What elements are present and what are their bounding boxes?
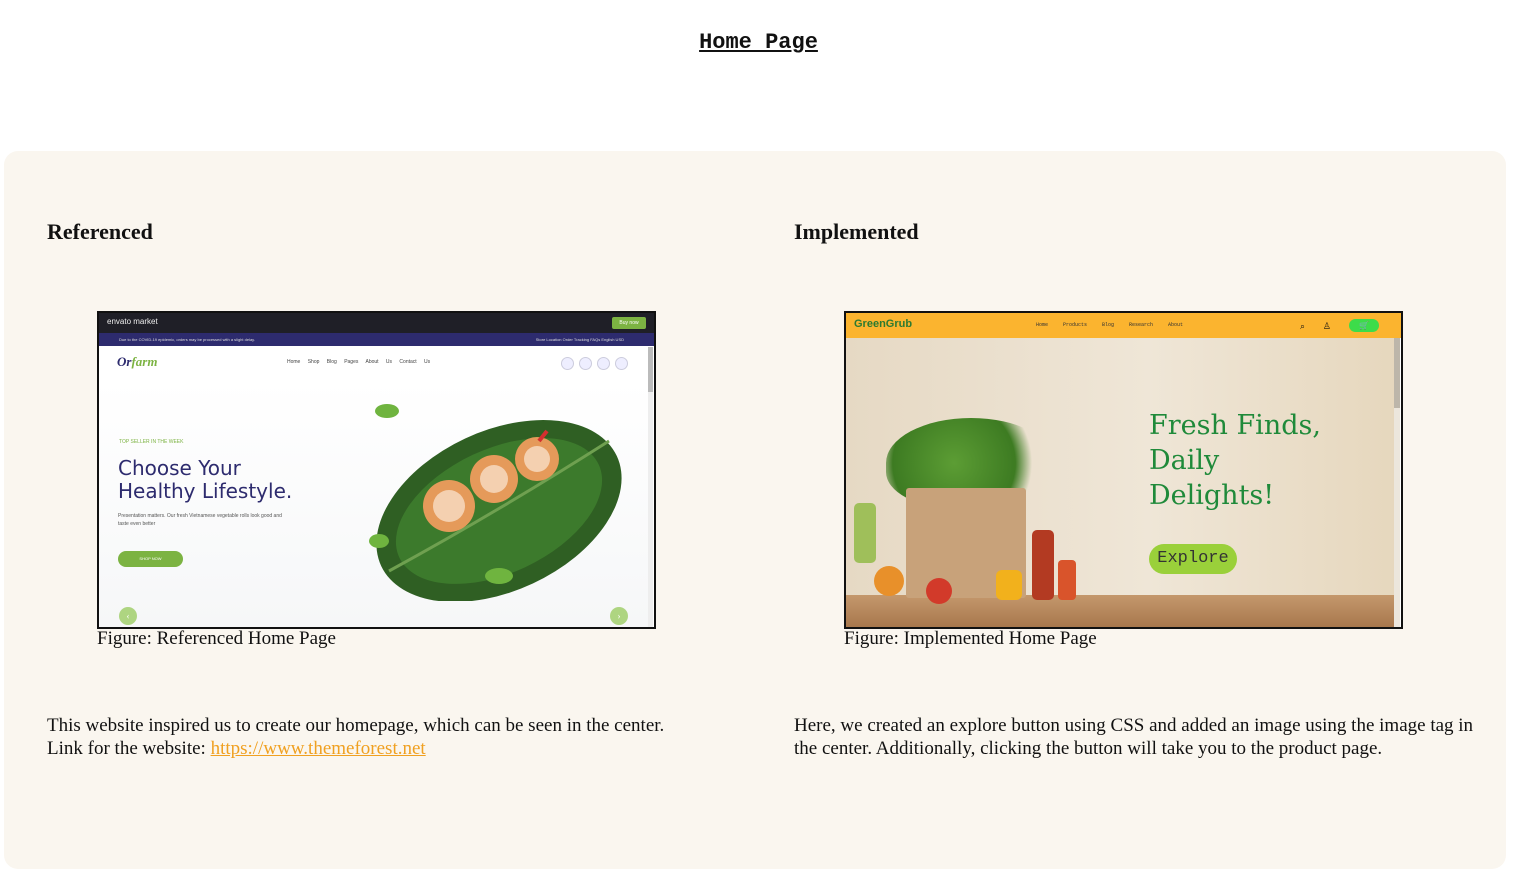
greengrub-logo: GreenGrub	[854, 318, 913, 330]
hero-section: TOP SELLER IN THE WEEK Choose Your Healt…	[99, 381, 650, 627]
cart-icon: 🛒	[1349, 319, 1379, 332]
referenced-screenshot: envato market Buy now Due to the COVID-1…	[97, 311, 656, 629]
site-nav: Orfarm Home Shop Blog Pages About Us Con…	[99, 346, 654, 381]
slider-prev-button: ‹	[119, 607, 137, 625]
referenced-link-prefix: Link for the website:	[47, 738, 211, 759]
hero-paragraph: Presentation matters. Our fresh Vietname…	[118, 513, 282, 527]
hero-headline-line-2: Daily	[1149, 445, 1220, 476]
pepper-image	[996, 570, 1022, 600]
envato-logo: envato market	[107, 317, 158, 326]
implemented-description: Here, we created an explore button using…	[794, 715, 1474, 759]
site-logo: Orfarm	[117, 354, 158, 369]
greengrub-menu: Home Products Blog Research About	[1036, 322, 1184, 328]
referenced-description-text: This website inspired us to create our h…	[47, 715, 665, 736]
hero-headline-line-1: Fresh Finds,	[1149, 410, 1321, 441]
notice-text: Due to the COVID-19 epidemic, orders may…	[119, 337, 255, 342]
nav-icons	[561, 357, 628, 370]
notice-links: Store Location Order Tracking FAQs Engli…	[535, 337, 624, 342]
implemented-screenshot: GreenGrub Home Products Blog Research Ab…	[844, 311, 1403, 629]
referenced-description: This website inspired us to create our h…	[47, 714, 727, 760]
referenced-heading: Referenced	[47, 219, 153, 244]
leaf-food-image	[369, 404, 622, 601]
notice-bar: Due to the COVID-19 epidemic, orders may…	[99, 333, 654, 346]
explore-button: Explore	[1149, 544, 1237, 574]
user-icon: ♙	[1322, 321, 1331, 331]
themeforest-link[interactable]: https://www.themeforest.net	[211, 738, 426, 759]
site-menu: Home Shop Blog Pages About Us Contact Us	[287, 359, 431, 365]
scrollbar-thumb	[1394, 338, 1400, 408]
buy-now-button: Buy now	[612, 317, 646, 329]
implemented-heading: Implemented	[794, 219, 919, 244]
hero-kicker: TOP SELLER IN THE WEEK	[119, 439, 184, 445]
search-icon	[561, 357, 574, 370]
slider-next-button: ›	[610, 607, 628, 625]
heart-icon	[597, 357, 610, 370]
orange-image	[874, 566, 904, 596]
hero-headline-line-2: Healthy Lifestyle.	[118, 479, 293, 503]
hero-headline: Fresh Finds, Daily Delights!	[1149, 408, 1321, 513]
comparison-panel: Referenced envato market Buy now Due to …	[4, 151, 1506, 869]
implemented-caption: Figure: Implemented Home Page	[844, 628, 1097, 649]
page-title: Home Page	[699, 30, 818, 55]
scrollbar	[648, 347, 653, 627]
tomato-image	[926, 578, 952, 604]
cart-icon	[615, 357, 628, 370]
referenced-caption: Figure: Referenced Home Page	[97, 628, 336, 649]
juice-jar-image	[854, 503, 876, 563]
scrollbar-thumb	[648, 347, 653, 392]
hero-headline-line-3: Delights!	[1149, 480, 1275, 511]
scrollbar	[1394, 338, 1400, 627]
hero-headline: Choose Your Healthy Lifestyle.	[118, 457, 292, 503]
user-icon	[579, 357, 592, 370]
shop-now-button: SHOP NOW	[118, 551, 183, 567]
grocery-hero: Fresh Finds, Daily Delights! Explore	[846, 338, 1397, 627]
greengrub-header: GreenGrub Home Products Blog Research Ab…	[846, 313, 1401, 338]
site-logo-text: farm	[131, 354, 158, 369]
search-icon: ⌕	[1299, 321, 1305, 331]
small-bottle-image	[1058, 560, 1076, 600]
hero-headline-line-1: Choose Your	[118, 456, 241, 480]
sauce-bottle-image	[1032, 530, 1054, 600]
envato-bar: envato market Buy now	[99, 313, 654, 333]
